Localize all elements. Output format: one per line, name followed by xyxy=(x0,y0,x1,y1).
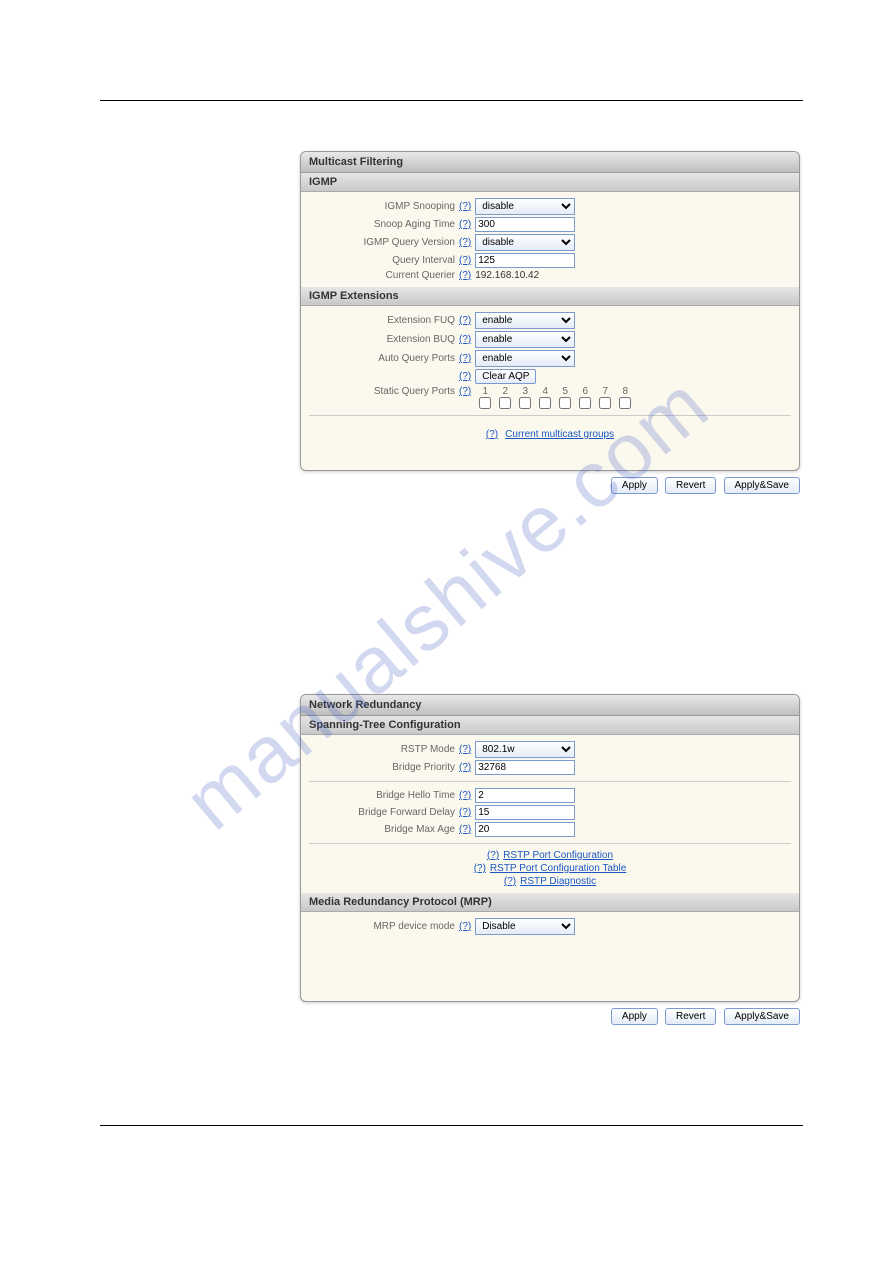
help-icon[interactable]: (?) xyxy=(459,371,471,382)
port-num: 6 xyxy=(582,386,588,397)
current-querier-value: 192.168.10.42 xyxy=(475,270,539,281)
port-num: 5 xyxy=(562,386,568,397)
igmp-ext-section-title: IGMP Extensions xyxy=(301,287,799,306)
redundancy-panel-wrap: Network Redundancy Spanning-Tree Configu… xyxy=(300,694,800,1025)
apply-save-button[interactable]: Apply&Save xyxy=(724,477,800,494)
apply-button[interactable]: Apply xyxy=(611,477,658,494)
rstp-diagnostic-link[interactable]: RSTP Diagnostic xyxy=(520,876,596,887)
spanning-tree-title: Spanning-Tree Configuration xyxy=(301,716,799,735)
snoop-aging-input[interactable] xyxy=(475,217,575,232)
igmp-query-version-label: IGMP Query Version xyxy=(309,237,459,248)
mrp-mode-select[interactable]: Disable xyxy=(475,918,575,935)
help-icon[interactable]: (?) xyxy=(487,850,499,861)
port-6-checkbox[interactable] xyxy=(579,397,591,409)
help-icon[interactable]: (?) xyxy=(459,807,471,818)
port-5-checkbox[interactable] xyxy=(559,397,571,409)
mrp-mode-label: MRP device mode xyxy=(309,921,459,932)
igmp-snooping-select[interactable]: disable xyxy=(475,198,575,215)
help-icon[interactable]: (?) xyxy=(459,201,471,212)
help-icon[interactable]: (?) xyxy=(459,315,471,326)
port-num: 3 xyxy=(522,386,528,397)
help-icon[interactable]: (?) xyxy=(459,824,471,835)
port-3-checkbox[interactable] xyxy=(519,397,531,409)
igmp-section-title: IGMP xyxy=(301,173,799,192)
bridge-priority-input[interactable] xyxy=(475,760,575,775)
port-num: 2 xyxy=(502,386,508,397)
current-multicast-link[interactable]: Current multicast groups xyxy=(505,429,614,440)
revert-button[interactable]: Revert xyxy=(665,477,716,494)
current-querier-label: Current Querier xyxy=(309,270,459,281)
ext-buq-label: Extension BUQ xyxy=(309,334,459,345)
igmp-query-version-select[interactable]: disable xyxy=(475,234,575,251)
help-icon[interactable]: (?) xyxy=(459,386,471,397)
apply-save-button[interactable]: Apply&Save xyxy=(724,1008,800,1025)
port-num: 4 xyxy=(542,386,548,397)
help-icon[interactable]: (?) xyxy=(459,334,471,345)
help-icon[interactable]: (?) xyxy=(459,353,471,364)
rstp-mode-select[interactable]: 802.1w xyxy=(475,741,575,758)
multicast-title: Multicast Filtering xyxy=(301,152,799,173)
top-divider xyxy=(100,100,803,101)
ext-fuq-select[interactable]: enable xyxy=(475,312,575,329)
auto-query-label: Auto Query Ports xyxy=(309,353,459,364)
mrp-section-title: Media Redundancy Protocol (MRP) xyxy=(301,893,799,912)
rstp-mode-label: RSTP Mode xyxy=(309,744,459,755)
ext-buq-select[interactable]: enable xyxy=(475,331,575,348)
help-icon[interactable]: (?) xyxy=(459,219,471,230)
bridge-hello-label: Bridge Hello Time xyxy=(309,790,459,801)
help-icon[interactable]: (?) xyxy=(459,790,471,801)
help-icon[interactable]: (?) xyxy=(474,863,486,874)
inner-divider xyxy=(309,843,791,844)
bridge-priority-label: Bridge Priority xyxy=(309,762,459,773)
port-num: 7 xyxy=(602,386,608,397)
apply-button[interactable]: Apply xyxy=(611,1008,658,1025)
help-icon[interactable]: (?) xyxy=(459,762,471,773)
help-icon[interactable]: (?) xyxy=(459,921,471,932)
redundancy-title: Network Redundancy xyxy=(301,695,799,716)
help-icon[interactable]: (?) xyxy=(504,876,516,887)
port-num: 1 xyxy=(482,386,488,397)
port-2-checkbox[interactable] xyxy=(499,397,511,409)
bridge-forward-input[interactable] xyxy=(475,805,575,820)
ext-fuq-label: Extension FUQ xyxy=(309,315,459,326)
bridge-hello-input[interactable] xyxy=(475,788,575,803)
help-icon[interactable]: (?) xyxy=(459,237,471,248)
help-icon[interactable]: (?) xyxy=(459,270,471,281)
bridge-forward-label: Bridge Forward Delay xyxy=(309,807,459,818)
query-interval-input[interactable] xyxy=(475,253,575,268)
bridge-maxage-input[interactable] xyxy=(475,822,575,837)
rstp-port-config-table-link[interactable]: RSTP Port Configuration Table xyxy=(490,863,626,874)
bottom-divider xyxy=(100,1125,803,1126)
rstp-port-config-link[interactable]: RSTP Port Configuration xyxy=(503,850,613,861)
bridge-maxage-label: Bridge Max Age xyxy=(309,824,459,835)
multicast-panel-wrap: Multicast Filtering IGMP IGMP Snooping (… xyxy=(300,151,800,494)
query-interval-label: Query Interval xyxy=(309,255,459,266)
help-icon[interactable]: (?) xyxy=(459,255,471,266)
static-query-label: Static Query Ports xyxy=(309,386,459,397)
port-1-checkbox[interactable] xyxy=(479,397,491,409)
port-4-checkbox[interactable] xyxy=(539,397,551,409)
snoop-aging-label: Snoop Aging Time xyxy=(309,219,459,230)
auto-query-select[interactable]: enable xyxy=(475,350,575,367)
port-num: 8 xyxy=(622,386,628,397)
revert-button[interactable]: Revert xyxy=(665,1008,716,1025)
inner-divider xyxy=(309,415,791,416)
inner-divider xyxy=(309,781,791,782)
help-icon[interactable]: (?) xyxy=(486,429,498,440)
help-icon[interactable]: (?) xyxy=(459,744,471,755)
port-7-checkbox[interactable] xyxy=(599,397,611,409)
igmp-snooping-label: IGMP Snooping xyxy=(309,201,459,212)
clear-aqp-button[interactable]: Clear AQP xyxy=(475,369,536,384)
port-8-checkbox[interactable] xyxy=(619,397,631,409)
